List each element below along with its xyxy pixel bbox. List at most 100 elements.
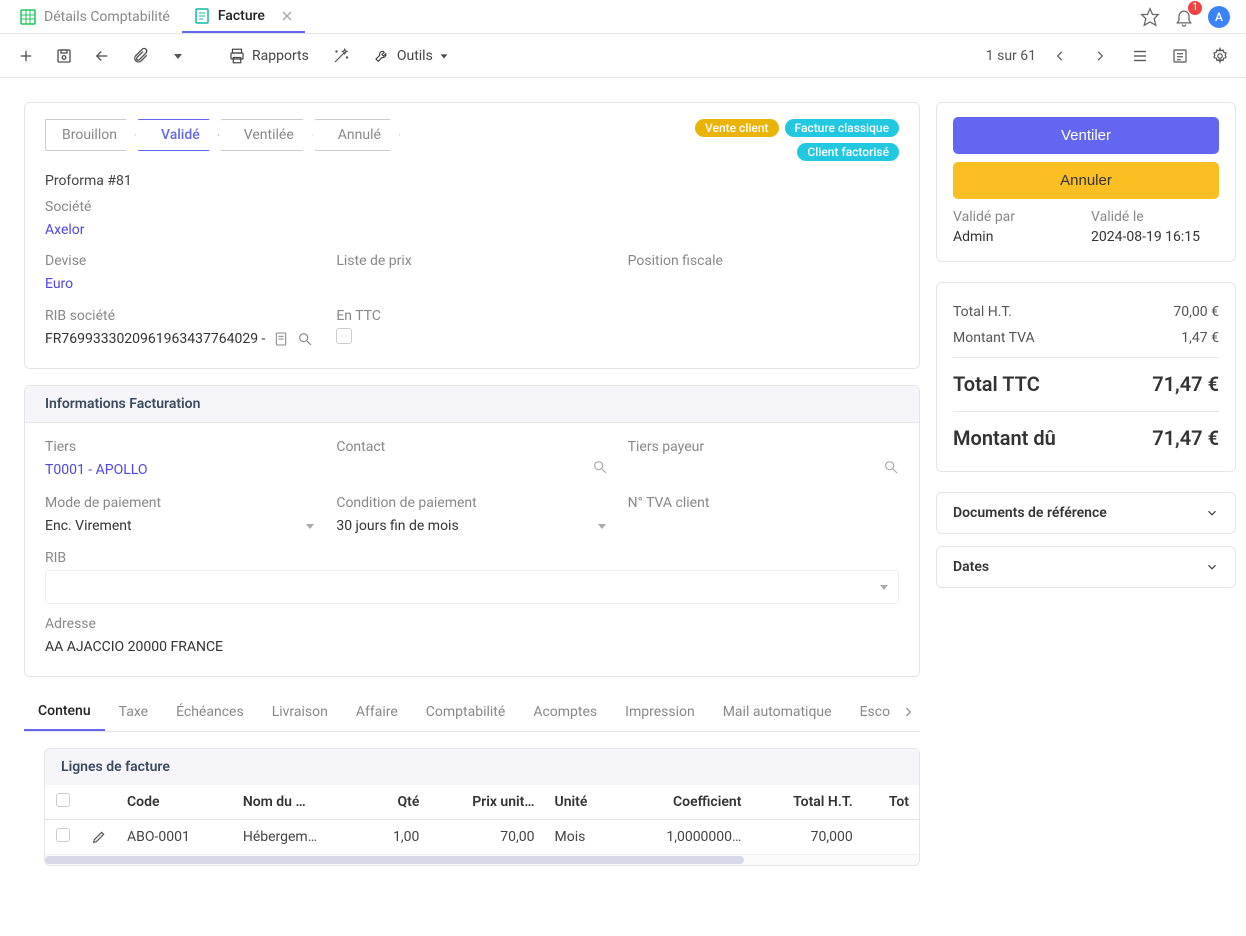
dates-panel: Dates <box>936 546 1236 588</box>
col-total-ht[interactable]: Total H.T. <box>751 785 862 820</box>
tab-label: Facture <box>218 8 265 24</box>
chevron-down-icon <box>1205 560 1219 574</box>
mode-paiement-select[interactable]: Enc. Virement <box>45 515 316 537</box>
star-icon[interactable] <box>1140 7 1160 27</box>
col-qty[interactable]: Qté <box>365 785 430 820</box>
document-icon[interactable] <box>273 331 289 347</box>
tab-bar: Détails Comptabilité Facture 1 A <box>0 0 1246 34</box>
status-step-annule[interactable]: Annulé <box>315 119 400 151</box>
horizontal-scrollbar[interactable] <box>45 855 919 865</box>
status-step-brouillon[interactable]: Brouillon <box>45 119 136 151</box>
cell-coef: 1,0000000… <box>618 819 751 854</box>
adresse-label: Adresse <box>45 616 899 632</box>
proforma-text: Proforma #81 <box>25 169 919 199</box>
subtab-echeances[interactable]: Échéances <box>162 694 258 730</box>
subtab-acomptes[interactable]: Acomptes <box>519 694 611 730</box>
rib-societe-value: FR7699333020961963437764029 - <box>45 328 265 350</box>
back-button[interactable] <box>86 40 118 72</box>
toolbar: Rapports Outils 1 sur 61 <box>0 34 1246 78</box>
reports-label: Rapports <box>252 48 309 64</box>
col-unit[interactable]: Unité <box>545 785 619 820</box>
dates-toggle[interactable]: Dates <box>937 547 1235 587</box>
more-dropdown[interactable] <box>162 40 194 72</box>
devise-label: Devise <box>45 253 316 269</box>
search-icon[interactable] <box>297 331 313 347</box>
tab-details-comptabilite[interactable]: Détails Comptabilité <box>8 0 182 33</box>
valide-par-value: Admin <box>953 229 1081 245</box>
user-avatar[interactable]: A <box>1208 6 1230 28</box>
col-code[interactable]: Code <box>117 785 233 820</box>
search-icon <box>592 459 608 475</box>
billing-card: Informations Facturation Tiers T0001 - A… <box>24 385 920 677</box>
next-button[interactable] <box>1084 40 1116 72</box>
form-view-button[interactable] <box>1164 40 1196 72</box>
subtab-taxe[interactable]: Taxe <box>105 694 162 730</box>
rib-select[interactable] <box>45 570 899 604</box>
row-checkbox[interactable] <box>56 828 70 842</box>
totals-card: Total H.T. 70,00 € Montant TVA 1,47 € To… <box>936 282 1236 472</box>
subtab-impression[interactable]: Impression <box>611 694 709 730</box>
tiers-payeur-label: Tiers payeur <box>628 439 899 455</box>
docs-reference-panel: Documents de référence <box>936 492 1236 534</box>
notification-count: 1 <box>1188 1 1202 15</box>
save-button[interactable] <box>48 40 80 72</box>
tab-facture[interactable]: Facture <box>182 0 305 33</box>
tva-client-label: N° TVA client <box>628 495 899 511</box>
notifications-button[interactable]: 1 <box>1174 7 1194 27</box>
tiers-value[interactable]: T0001 - APOLLO <box>45 462 148 478</box>
liste-prix-label: Liste de prix <box>336 253 607 269</box>
subtab-contenu[interactable]: Contenu <box>24 693 105 731</box>
prev-button[interactable] <box>1044 40 1076 72</box>
edit-icon[interactable] <box>91 829 107 845</box>
subtab-comptabilite[interactable]: Comptabilité <box>412 694 520 730</box>
tags: Vente client Facture classique Client fa… <box>679 119 899 161</box>
subtab-livraison[interactable]: Livraison <box>258 694 342 730</box>
settings-button[interactable] <box>1204 40 1236 72</box>
rib-label: RIB <box>45 550 899 566</box>
rib-societe-label: RIB société <box>45 308 316 324</box>
condition-paiement-select[interactable]: 30 jours fin de mois <box>336 515 607 537</box>
societe-value[interactable]: Axelor <box>45 222 85 238</box>
new-button[interactable] <box>10 40 42 72</box>
pager-text[interactable]: 1 sur 61 <box>986 48 1036 64</box>
tiers-payeur-input[interactable] <box>628 459 899 483</box>
col-unit-price[interactable]: Prix unit… <box>429 785 544 820</box>
status-card: Brouillon Validé Ventilée Annulé Vente c… <box>24 102 920 369</box>
tag-vente-client: Vente client <box>695 119 779 137</box>
status-step-ventilee[interactable]: Ventilée <box>221 119 313 151</box>
tools-button[interactable]: Outils <box>363 40 459 72</box>
contact-input[interactable] <box>336 459 607 483</box>
annuler-button[interactable]: Annuler <box>953 162 1219 199</box>
subtab-scroll-right[interactable] <box>896 693 920 731</box>
chevron-down-icon <box>878 581 890 593</box>
devise-value[interactable]: Euro <box>45 276 73 292</box>
col-total[interactable]: Tot <box>863 785 919 820</box>
tva-value: 1,47 € <box>1181 330 1219 346</box>
docs-reference-toggle[interactable]: Documents de référence <box>937 493 1235 533</box>
position-fiscale-label: Position fiscale <box>628 253 899 269</box>
list-view-button[interactable] <box>1124 40 1156 72</box>
table-row[interactable]: ABO-0001 Hébergem… 1,00 70,00 Mois 1,000… <box>45 819 919 854</box>
cell-unit: Mois <box>545 819 619 854</box>
status-step-valide[interactable]: Validé <box>138 119 219 151</box>
en-ttc-checkbox[interactable] <box>336 328 352 344</box>
col-coef[interactable]: Coefficient <box>618 785 751 820</box>
chevron-down-icon <box>1205 506 1219 520</box>
printer-icon <box>228 47 246 65</box>
cell-qty: 1,00 <box>365 819 430 854</box>
magic-wand-button[interactable] <box>325 40 357 72</box>
subtab-affaire[interactable]: Affaire <box>342 694 412 730</box>
lines-table: Code Nom du … Qté Prix unit… Unité Coeff… <box>45 785 919 855</box>
subtab-mail-auto[interactable]: Mail automatique <box>709 694 846 730</box>
select-all-checkbox[interactable] <box>56 793 70 807</box>
chevron-down-icon <box>596 520 608 532</box>
reports-button[interactable]: Rapports <box>218 40 319 72</box>
attachment-button[interactable] <box>124 40 156 72</box>
tag-client-factorise: Client factorisé <box>797 143 899 161</box>
ventiler-button[interactable]: Ventiler <box>953 117 1219 154</box>
mode-paiement-label: Mode de paiement <box>45 495 316 511</box>
total-ht-label: Total H.T. <box>953 304 1012 320</box>
close-icon[interactable] <box>281 10 293 22</box>
col-name[interactable]: Nom du … <box>233 785 365 820</box>
status-steps: Brouillon Validé Ventilée Annulé <box>45 119 400 151</box>
